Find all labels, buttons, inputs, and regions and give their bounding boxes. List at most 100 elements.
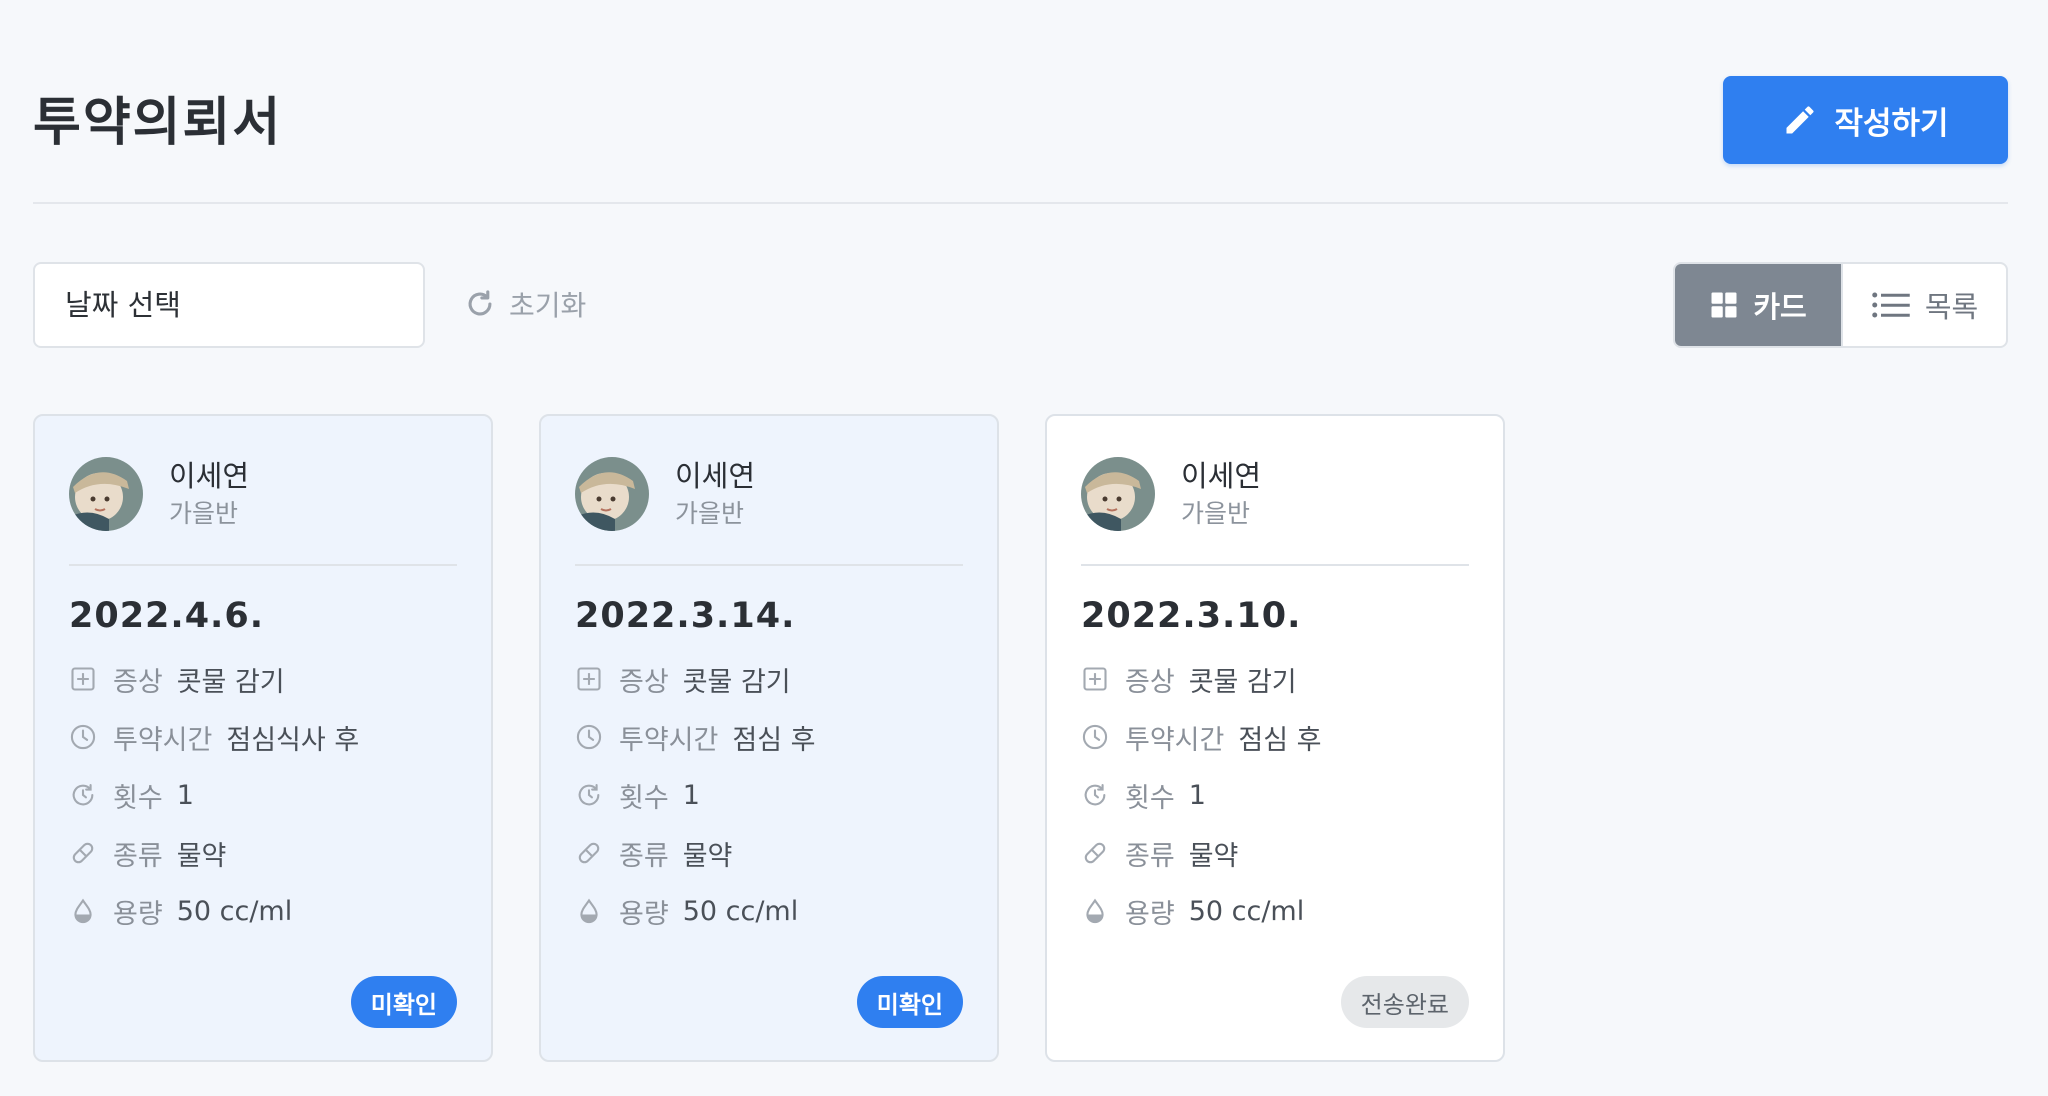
child-name: 이세연	[169, 459, 250, 493]
time-value: 점심 후	[732, 724, 816, 756]
avatar	[575, 457, 649, 531]
symptom-row: 증상 콧물 감기	[1081, 650, 1469, 708]
status-badge: 미확인	[856, 976, 963, 1028]
clock-icon	[576, 724, 602, 750]
child-name: 이세연	[1181, 459, 1262, 493]
symptom-value: 콧물 감기	[1188, 666, 1297, 698]
medical-plus-icon	[71, 667, 95, 691]
card-view-button[interactable]: 카드	[1675, 264, 1841, 346]
medication-card[interactable]: 이세연 가을반 2022.3.10. 증상 콧물 감기 투약시간 점심 후 횟수…	[1045, 414, 1505, 1062]
time-row: 투약시간 점심식사 후	[69, 708, 457, 766]
refresh-icon	[468, 290, 492, 316]
status-badge: 미확인	[350, 976, 457, 1028]
child-name: 이세연	[675, 459, 756, 493]
person-info: 이세연 가을반	[675, 456, 755, 532]
count-value: 1	[682, 779, 700, 811]
drop-icon	[580, 898, 598, 924]
medical-plus-icon	[1083, 667, 1107, 691]
drop-icon	[1086, 898, 1104, 924]
clock-icon	[1082, 724, 1108, 750]
time-label: 투약시간	[619, 724, 719, 756]
type-value: 물약	[176, 840, 227, 872]
class-name: 가을반	[169, 499, 239, 528]
time-value: 점심식사 후	[226, 724, 360, 756]
person-info: 이세연 가을반	[1181, 456, 1261, 532]
type-row: 종류 물약	[575, 824, 963, 882]
type-label: 종류	[1125, 840, 1175, 872]
count-label: 횟수	[1125, 782, 1175, 814]
repeat-clock-icon	[578, 784, 600, 806]
symptom-row: 증상 콧물 감기	[575, 650, 963, 708]
card-view-label: 카드	[1753, 290, 1807, 324]
medical-plus-icon	[577, 667, 601, 691]
repeat-clock-icon	[72, 784, 94, 806]
avatar	[69, 457, 143, 531]
filter-toolbar: 초기화 카드	[33, 204, 2008, 414]
view-toggle: 카드 목록	[1673, 262, 2008, 348]
page-header: 투약의뢰서 작성하기	[33, 0, 2008, 204]
dose-label: 용량	[619, 898, 669, 930]
time-label: 투약시간	[113, 724, 213, 756]
count-value: 1	[1188, 779, 1206, 811]
time-row: 투약시간 점심 후	[575, 708, 963, 766]
person-info: 이세연 가을반	[169, 456, 249, 532]
card-list: 이세연 가을반 2022.4.6. 증상 콧물 감기 투약시간 점심식사 후 횟…	[33, 414, 1505, 1062]
type-row: 종류 물약	[1081, 824, 1469, 882]
card-header: 이세연 가을반	[1081, 416, 1469, 566]
dose-row: 용량 50 cc/ml	[1081, 882, 1469, 940]
medication-card[interactable]: 이세연 가을반 2022.3.14. 증상 콧물 감기 투약시간 점심 후 횟수…	[539, 414, 999, 1062]
symptom-label: 증상	[1125, 666, 1175, 698]
dose-label: 용량	[113, 898, 163, 930]
card-date: 2022.3.14.	[575, 596, 796, 636]
status-badge: 전송완료	[1340, 976, 1469, 1028]
type-value: 물약	[1188, 840, 1239, 872]
count-label: 횟수	[113, 782, 163, 814]
count-value: 1	[176, 779, 194, 811]
dose-value: 50 cc/ml	[176, 895, 293, 927]
symptom-label: 증상	[619, 666, 669, 698]
time-value: 점심 후	[1238, 724, 1322, 756]
avatar	[1081, 457, 1155, 531]
count-row: 횟수 1	[69, 766, 457, 824]
type-label: 종류	[619, 840, 669, 872]
write-button[interactable]: 작성하기	[1723, 76, 2008, 164]
list-icon	[1872, 292, 1910, 318]
symptom-value: 콧물 감기	[176, 666, 285, 698]
card-header: 이세연 가을반	[575, 416, 963, 566]
count-label: 횟수	[619, 782, 669, 814]
type-label: 종류	[113, 840, 163, 872]
list-view-label: 목록	[1924, 290, 1979, 324]
date-picker	[33, 262, 425, 348]
count-row: 횟수 1	[1081, 766, 1469, 824]
date-input[interactable]	[35, 264, 423, 346]
drop-icon	[74, 898, 92, 924]
class-name: 가을반	[1181, 499, 1251, 528]
reset-label: 초기화	[509, 289, 587, 322]
reset-button[interactable]: 초기화	[463, 284, 586, 324]
pill-icon	[72, 842, 94, 864]
repeat-clock-icon	[1084, 784, 1106, 806]
class-name: 가을반	[675, 499, 745, 528]
list-view-button[interactable]: 목록	[1841, 264, 2006, 346]
pill-icon	[578, 842, 600, 864]
symptom-value: 콧물 감기	[682, 666, 791, 698]
type-value: 물약	[682, 840, 733, 872]
symptom-label: 증상	[113, 666, 163, 698]
page-title: 투약의뢰서	[33, 93, 283, 153]
count-row: 횟수 1	[575, 766, 963, 824]
time-row: 투약시간 점심 후	[1081, 708, 1469, 766]
dose-row: 용량 50 cc/ml	[575, 882, 963, 940]
clock-icon	[70, 724, 96, 750]
time-label: 투약시간	[1125, 724, 1225, 756]
grid-icon	[1711, 292, 1737, 318]
dose-value: 50 cc/ml	[682, 895, 799, 927]
write-button-label: 작성하기	[1834, 105, 1949, 142]
dose-row: 용량 50 cc/ml	[69, 882, 457, 940]
medication-card[interactable]: 이세연 가을반 2022.4.6. 증상 콧물 감기 투약시간 점심식사 후 횟…	[33, 414, 493, 1062]
pencil-icon	[1786, 106, 1814, 134]
card-date: 2022.4.6.	[69, 596, 265, 636]
symptom-row: 증상 콧물 감기	[69, 650, 457, 708]
card-date: 2022.3.10.	[1081, 596, 1302, 636]
dose-value: 50 cc/ml	[1188, 895, 1305, 927]
pill-icon	[1084, 842, 1106, 864]
